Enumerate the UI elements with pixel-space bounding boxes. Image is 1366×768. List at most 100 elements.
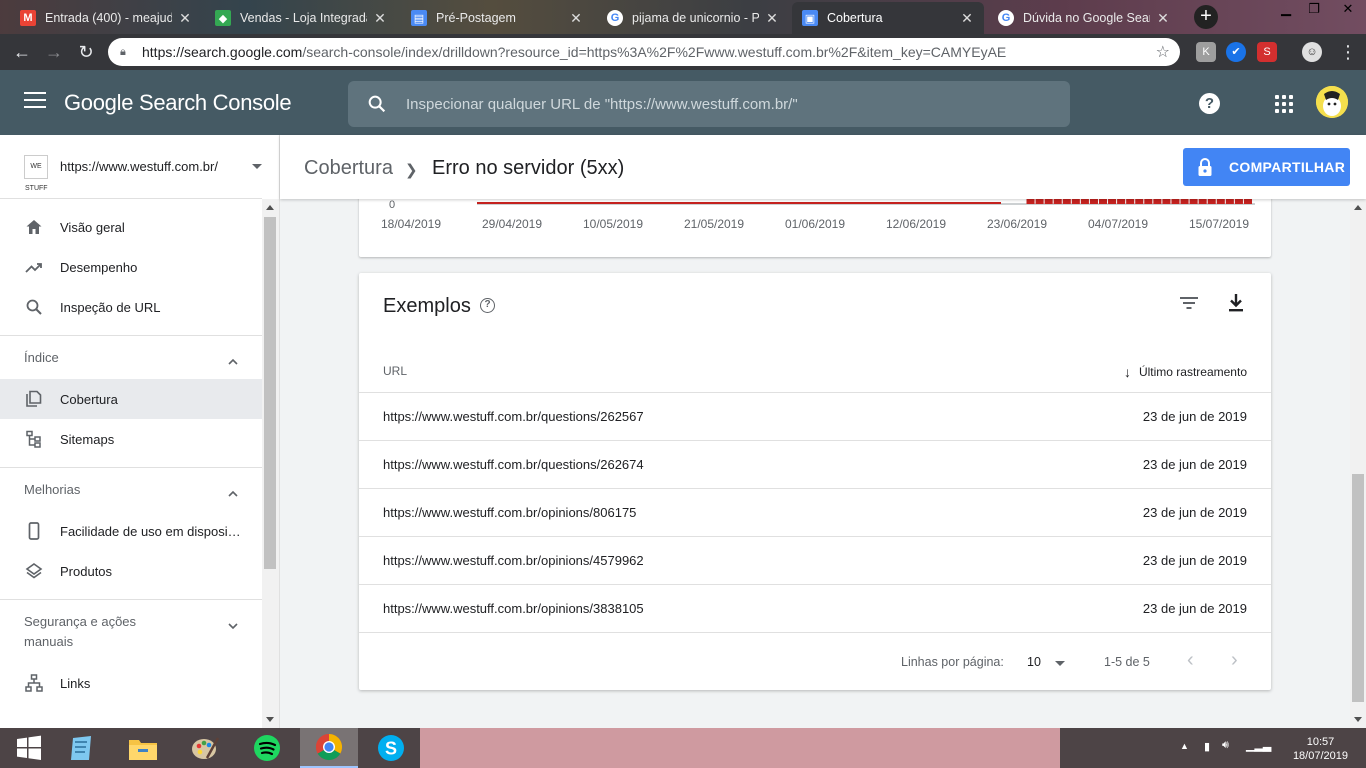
close-tab-icon[interactable]: ✕ <box>373 10 387 27</box>
sidebar: WE STUFF https://www.westuff.com.br/ Vis… <box>0 135 280 728</box>
product-logo[interactable]: Google Search Console <box>64 90 292 116</box>
sidebar-item-label: Visão geral <box>60 219 125 235</box>
extension-k-icon[interactable]: K <box>1196 42 1216 62</box>
chevron-up-icon[interactable]: ▲ <box>1180 741 1189 751</box>
new-tab-button[interactable]: + <box>1194 5 1218 29</box>
sidebar-item-top-0[interactable]: Visão geral <box>0 207 262 247</box>
chevron-down-icon <box>228 617 238 630</box>
sidebar-item-s2-0[interactable]: Links <box>0 663 262 703</box>
table-row[interactable]: https://www.westuff.com.br/questions/262… <box>359 441 1271 489</box>
sidebar-item-s0-0[interactable]: Cobertura <box>0 379 262 419</box>
chevron-right-icon[interactable]: › <box>1231 649 1238 672</box>
chart-bar <box>1053 199 1062 204</box>
close-tab-icon[interactable]: ✕ <box>960 10 974 27</box>
forward-icon[interactable]: → <box>42 40 66 64</box>
chrome-icon[interactable] <box>300 728 358 768</box>
extension-check-icon[interactable]: ✔ <box>1226 42 1246 62</box>
rows-per-page-select[interactable]: 10 <box>1027 655 1041 669</box>
profile-icon[interactable]: ☺ <box>1302 42 1322 62</box>
paint-icon[interactable] <box>176 728 234 768</box>
address-bar[interactable]: 🔒︎ https://search.google.com/search-cons… <box>108 38 1180 66</box>
property-selector[interactable]: WE STUFF https://www.westuff.com.br/ <box>0 135 262 199</box>
sidebar-item-s1-0[interactable]: Facilidade de uso em disposi… <box>0 511 262 551</box>
notepad-icon[interactable] <box>52 728 110 768</box>
help-icon[interactable]: ? <box>1199 93 1220 114</box>
sidebar-item-label: Links <box>60 675 91 691</box>
tab-title: pijama de unicornio - Pes <box>632 11 759 25</box>
browser-menu-icon[interactable]: ⋮ <box>1336 40 1360 64</box>
chevron-left-icon[interactable]: ‹ <box>1187 649 1194 672</box>
browser-tab[interactable]: ▣ Cobertura ✕ <box>792 2 984 34</box>
skype-icon[interactable]: S <box>362 728 420 768</box>
windows-start-icon[interactable] <box>0 728 58 768</box>
extension-seo-icon[interactable]: S <box>1257 42 1277 62</box>
table-row[interactable]: https://www.westuff.com.br/opinions/3838… <box>359 585 1271 633</box>
chart-bar <box>1153 199 1162 204</box>
url-inspection-search[interactable]: Inspecionar qualquer URL de "https://www… <box>348 81 1070 127</box>
chart-bar <box>1035 199 1044 204</box>
breadcrumb-parent[interactable]: Cobertura <box>304 157 393 180</box>
browser-tab[interactable]: ▤ Pré-Postagem ✕ <box>401 2 593 34</box>
bookmark-star-icon[interactable]: ☆ <box>1156 42 1170 62</box>
sidebar-item-s0-1[interactable]: Sitemaps <box>0 419 262 459</box>
minimize-icon[interactable]: ▁ <box>1272 0 1300 20</box>
column-crawl-header[interactable]: ↓ Último rastreamento <box>1124 364 1247 380</box>
sidebar-item-s1-1[interactable]: Produtos <box>0 551 262 591</box>
links-icon <box>24 673 44 693</box>
chart-bar <box>1180 199 1189 204</box>
table-row[interactable]: https://www.westuff.com.br/questions/262… <box>359 393 1271 441</box>
table-row[interactable]: https://www.westuff.com.br/opinions/8061… <box>359 489 1271 537</box>
sidebar-item-top-1[interactable]: Desempenho <box>0 247 262 287</box>
help-circle-icon[interactable]: ? <box>480 298 495 313</box>
spotify-icon[interactable] <box>238 728 296 768</box>
google-icon: G <box>607 10 623 26</box>
file-explorer-icon[interactable] <box>114 728 172 768</box>
filter-icon[interactable] <box>1179 295 1199 311</box>
sidebar-section-title: Melhorias <box>24 482 81 497</box>
lock-icon: 🔒︎ <box>120 46 126 58</box>
clock[interactable]: 10:57 18/07/2019 <box>1293 735 1348 763</box>
network-icon[interactable]: ▁▂▃ <box>1246 739 1271 752</box>
chart-bar <box>1171 199 1180 204</box>
dropdown-caret-icon[interactable] <box>1055 661 1065 666</box>
close-tab-icon[interactable]: ✕ <box>765 10 779 27</box>
lock-icon <box>1198 158 1212 176</box>
chart-bar <box>1044 199 1053 204</box>
close-tab-icon[interactable]: ✕ <box>569 10 583 27</box>
avatar[interactable] <box>1316 86 1348 118</box>
chart-bar <box>1089 199 1098 204</box>
browser-tab[interactable]: Gpijama de unicornio - Pes ✕ <box>597 2 789 34</box>
browser-tab[interactable]: ◆ Vendas - Loja Integrada ✕ <box>205 2 397 34</box>
sidebar-section-header[interactable]: Índice <box>0 335 262 379</box>
column-url-header: URL <box>383 364 408 378</box>
share-button[interactable]: COMPARTILHAR <box>1183 148 1350 186</box>
battery-icon[interactable]: ▮ <box>1204 740 1210 753</box>
maximize-icon[interactable]: ❐ <box>1300 0 1328 20</box>
coverage-icon <box>24 389 44 409</box>
browser-tab[interactable]: M Entrada (400) - meajuda@ ✕ <box>10 2 202 34</box>
sidebar-section-header[interactable]: Segurança e ações manuais <box>0 599 262 663</box>
page-title: Erro no servidor (5xx) <box>432 157 625 179</box>
close-window-icon[interactable]: ✕ <box>1334 0 1362 20</box>
sidebar-item-top-2[interactable]: Inspeção de URL <box>0 287 262 327</box>
sidebar-section-header[interactable]: Melhorias <box>0 467 262 511</box>
menu-icon[interactable] <box>24 92 46 112</box>
download-icon[interactable] <box>1227 293 1245 313</box>
table-row[interactable]: https://www.westuff.com.br/opinions/4579… <box>359 537 1271 585</box>
browser-tab[interactable]: G Dúvida no Google Search ✕ <box>988 2 1180 34</box>
row-date: 23 de jun de 2019 <box>1142 505 1247 520</box>
reload-icon[interactable]: ↻ <box>74 40 98 64</box>
dropdown-caret-icon <box>252 164 262 169</box>
chart-bar <box>1207 199 1216 204</box>
url-host: https://search.google.com <box>142 44 303 60</box>
cube-icon: ◆ <box>215 10 231 26</box>
apps-grid-icon[interactable] <box>1275 95 1293 113</box>
volume-icon[interactable]: 🔊︎ <box>1222 739 1229 752</box>
search-input[interactable]: Inspecionar qualquer URL de "https://www… <box>406 96 798 113</box>
back-icon[interactable]: ← <box>10 40 34 64</box>
close-tab-icon[interactable]: ✕ <box>178 10 192 27</box>
layers-icon <box>24 561 44 581</box>
main-scrollbar[interactable] <box>1350 199 1366 728</box>
sidebar-scrollbar[interactable] <box>262 199 279 728</box>
close-tab-icon[interactable]: ✕ <box>1156 10 1170 27</box>
